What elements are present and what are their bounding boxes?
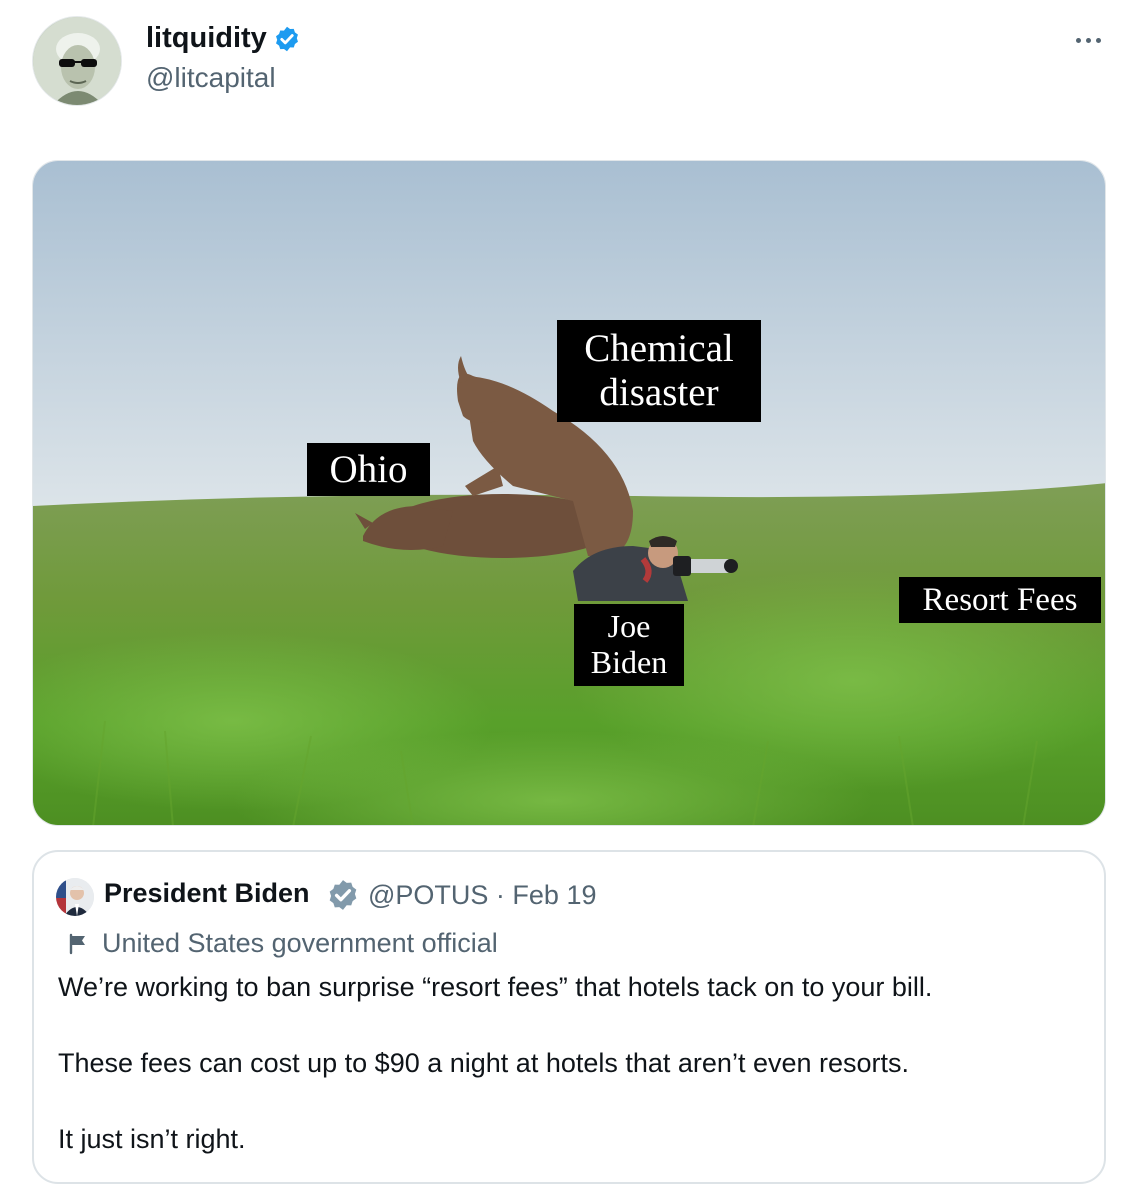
quoted-avatar-illustration	[56, 878, 94, 916]
quoted-handle-date[interactable]: @POTUS · Feb 19	[368, 880, 596, 911]
author-name-row[interactable]: litquidity	[146, 22, 301, 55]
quoted-author-avatar[interactable]	[56, 878, 94, 916]
more-dot	[1095, 37, 1101, 43]
more-horizontal-icon	[1075, 37, 1081, 43]
government-verified-badge-icon	[329, 880, 357, 910]
quoted-text-line-1: We’re working to ban surprise “resort fe…	[58, 972, 933, 1002]
quoted-text-line-2: These fees can cost up to $90 a night at…	[58, 1048, 910, 1078]
caption-joe-biden: Joe Biden	[574, 604, 684, 686]
avatar-illustration	[33, 17, 121, 105]
caption-chemical-disaster: Chemical disaster	[557, 320, 761, 422]
quoted-text-line-3: It just isn’t right.	[58, 1124, 246, 1154]
author-handle[interactable]: @litcapital	[146, 62, 276, 94]
more-options-button[interactable]	[1068, 28, 1108, 52]
author-avatar[interactable]	[32, 16, 122, 106]
government-label-text: United States government official	[102, 928, 498, 958]
quoted-display-name[interactable]: President Biden	[104, 878, 310, 909]
tweet-media-image[interactable]: Chemical disaster Ohio Joe Biden Resort …	[32, 160, 1106, 826]
meme-photo	[33, 161, 1105, 825]
flag-icon	[69, 933, 85, 954]
caption-ohio: Ohio	[307, 443, 430, 496]
quoted-tweet[interactable]: President Biden @POTUS · Feb 19 United S…	[32, 850, 1106, 1184]
government-label[interactable]: United States government official	[66, 928, 498, 959]
verified-badge-icon	[275, 26, 298, 51]
more-dot	[1085, 37, 1091, 43]
caption-resort-fees: Resort Fees	[899, 577, 1101, 623]
author-display-name[interactable]: litquidity	[146, 22, 267, 55]
tweet[interactable]: litquidity @litcapital Chemical disaster…	[0, 0, 1132, 1200]
